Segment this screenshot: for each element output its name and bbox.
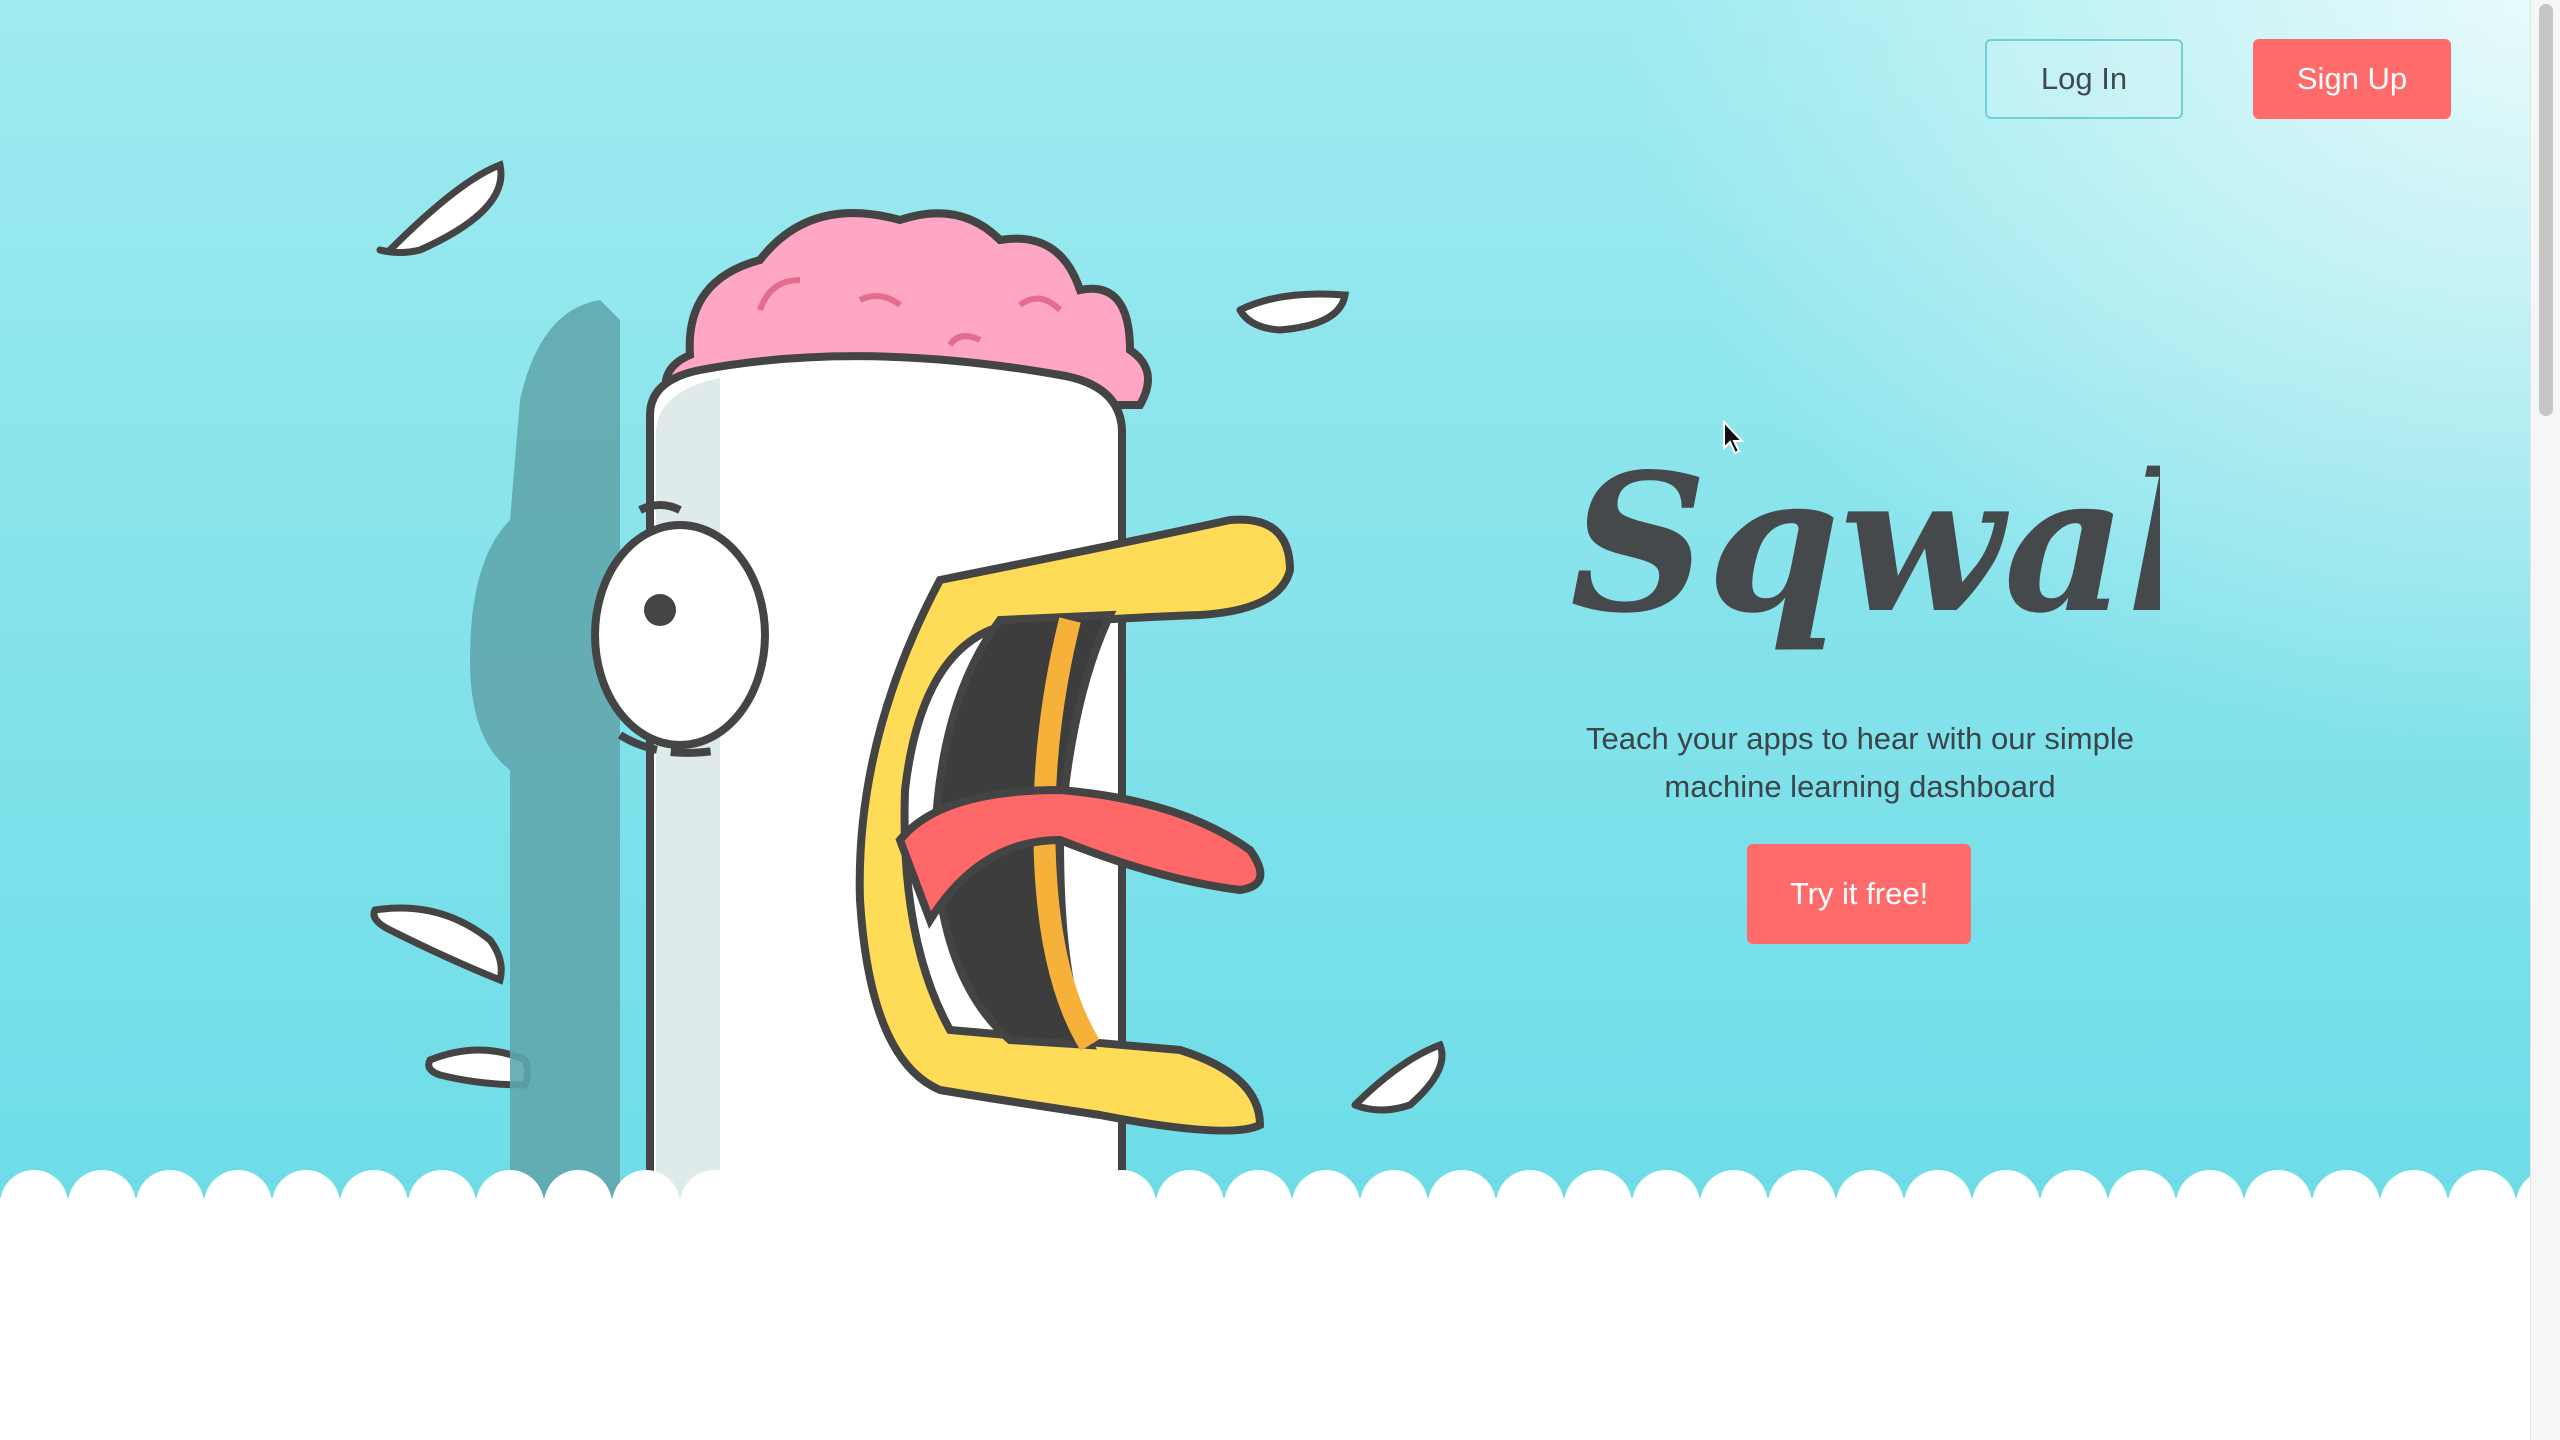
page-viewport: Log In Sign Up Sqwak Teach your apps to … [0,0,2530,1440]
mouse-cursor-icon [1723,420,1745,455]
brand-wordmark: Sqwak [1570,432,2160,655]
try-free-button[interactable]: Try it free! [1747,844,1971,944]
tagline-line-1: Teach your apps to hear with our simple [1586,721,2134,756]
vertical-scrollbar[interactable] [2530,0,2560,1440]
hero-tagline: Teach your apps to hear with our simple … [1520,715,2200,811]
signup-button[interactable]: Sign Up [2253,39,2451,119]
content-area [0,1198,2530,1440]
brand-logo: Sqwak [1570,432,2160,655]
chicken-mascot-illustration [370,160,1446,1220]
login-button[interactable]: Log In [1985,39,2183,119]
tagline-line-2: machine learning dashboard [1664,769,2056,804]
scrollbar-thumb[interactable] [2539,4,2553,416]
beak-illustration [855,515,1295,1135]
